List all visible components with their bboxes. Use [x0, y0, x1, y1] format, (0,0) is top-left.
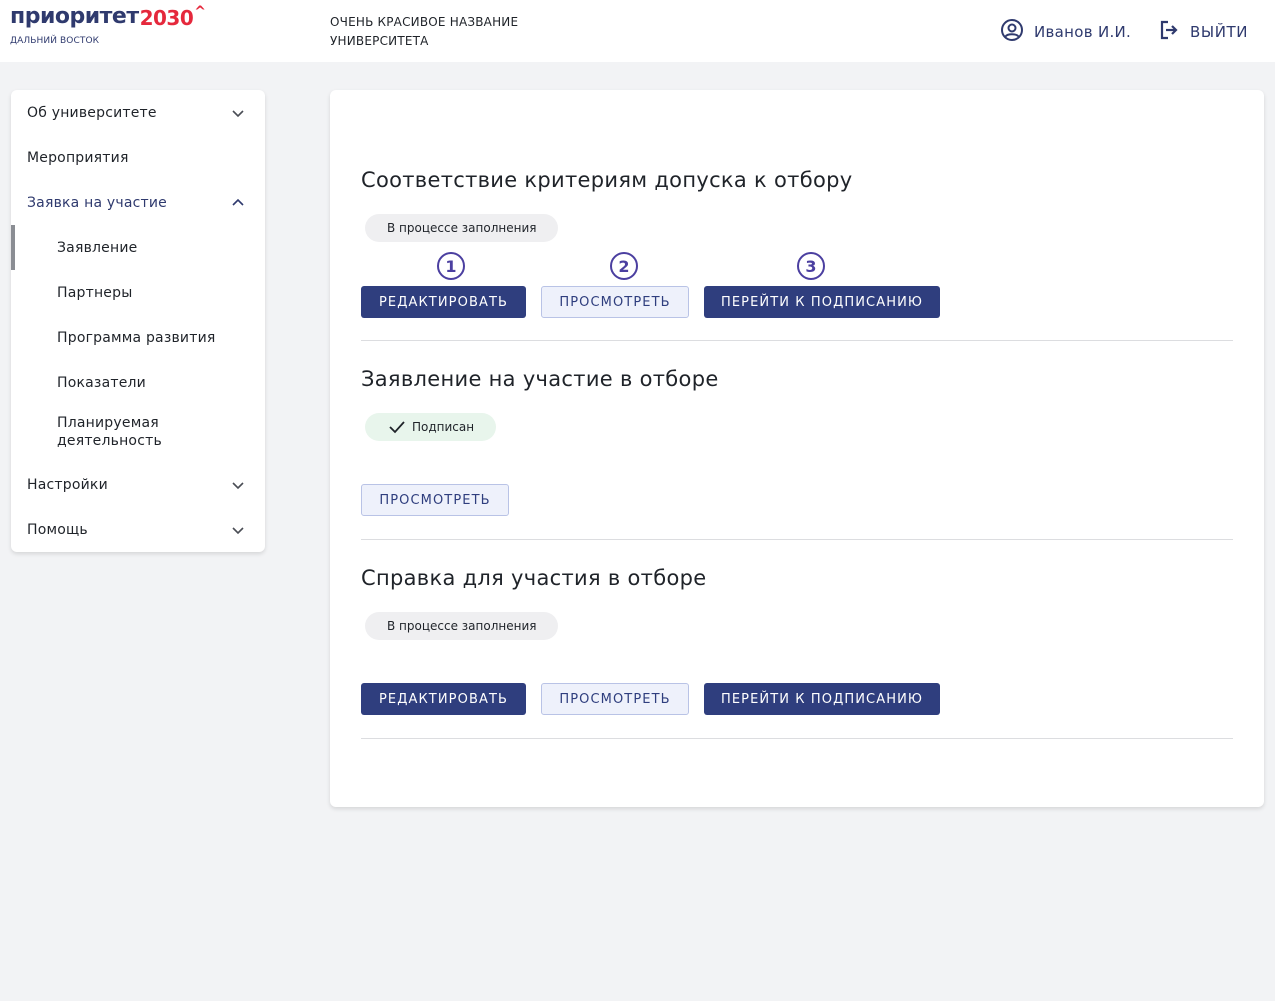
sidebar-item-label: Настройки — [27, 476, 108, 493]
logo-number: 2030 — [139, 6, 194, 30]
chevron-down-icon — [232, 109, 244, 117]
step-marker-1: 1 — [437, 252, 465, 280]
section-title: Соответствие критериям допуска к отбору — [361, 168, 853, 192]
view-button[interactable]: ПРОСМОТРЕТЬ — [541, 286, 689, 318]
view-button[interactable]: ПРОСМОТРЕТЬ — [361, 484, 509, 516]
edit-button[interactable]: РЕДАКТИРОВАТЬ — [361, 683, 526, 715]
university-name: ОЧЕНЬ КРАСИВОЕ НАЗВАНИЕ УНИВЕРСИТЕТА — [330, 15, 519, 48]
chevron-up-icon — [232, 198, 244, 206]
logout-button[interactable]: ВЫЙТИ — [1158, 19, 1248, 45]
section-divider — [361, 340, 1233, 341]
sidebar-item-label: Программа развития — [57, 329, 216, 346]
sidebar-item-statement[interactable]: Заявление — [11, 225, 265, 270]
user-name: Иванов И.И. — [1034, 23, 1132, 41]
sign-button[interactable]: ПЕРЕЙТИ К ПОДПИСАНИЮ — [704, 286, 940, 318]
logo-subtitle: ДАЛЬНИЙ ВОСТОК — [10, 36, 100, 46]
user-profile[interactable]: Иванов И.И. — [1000, 19, 1131, 45]
user-icon — [1000, 18, 1024, 46]
sidebar-item-label: Мероприятия — [27, 149, 129, 166]
view-button[interactable]: ПРОСМОТРЕТЬ — [541, 683, 689, 715]
sidebar-item-label: Партнеры — [57, 284, 133, 301]
sidebar-item-application[interactable]: Заявка на участие — [11, 180, 265, 225]
logo[interactable]: приоритет 2030 ^ ДАЛЬНИЙ ВОСТОК — [10, 4, 206, 46]
section-title: Справка для участия в отборе — [361, 566, 707, 590]
sidebar-item-planned-activity[interactable]: Планируемая деятельность — [11, 410, 265, 454]
status-badge-label: В процессе заполнения — [387, 619, 537, 633]
status-badge: В процессе заполнения — [365, 214, 559, 242]
chevron-down-icon — [232, 526, 244, 534]
sidebar-item-events[interactable]: Мероприятия — [11, 135, 265, 180]
sidebar-item-label: Помощь — [27, 521, 88, 538]
check-icon — [389, 421, 405, 434]
status-badge-signed: Подписан — [365, 413, 497, 441]
sidebar-item-settings[interactable]: Настройки — [11, 462, 265, 507]
status-badge-label: В процессе заполнения — [387, 221, 537, 235]
main-panel: Соответствие критериям допуска к отбору … — [330, 90, 1264, 807]
top-header: приоритет 2030 ^ ДАЛЬНИЙ ВОСТОК ОЧЕНЬ КР… — [0, 0, 1275, 62]
sidebar-item-label: Заявка на участие — [27, 194, 167, 211]
logout-icon — [1158, 19, 1180, 45]
section-title: Заявление на участие в отборе — [361, 367, 719, 391]
step-marker-2: 2 — [610, 252, 638, 280]
sidebar-item-partners[interactable]: Партнеры — [11, 270, 265, 315]
step-marker-3: 3 — [797, 252, 825, 280]
sidebar-item-indicators[interactable]: Показатели — [11, 360, 265, 405]
sign-button[interactable]: ПЕРЕЙТИ К ПОДПИСАНИЮ — [704, 683, 940, 715]
edit-button[interactable]: РЕДАКТИРОВАТЬ — [361, 286, 526, 318]
chevron-down-icon — [232, 481, 244, 489]
logout-label: ВЫЙТИ — [1190, 23, 1249, 41]
sidebar-item-label: Планируемая деятельность — [57, 415, 162, 449]
logo-caret: ^ — [194, 4, 206, 20]
sidebar: Об университете Мероприятия Заявка на уч… — [11, 90, 265, 552]
sidebar-item-label: Показатели — [57, 374, 146, 391]
status-badge: В процессе заполнения — [365, 612, 559, 640]
sidebar-item-help[interactable]: Помощь — [11, 507, 265, 552]
status-badge-label: Подписан — [412, 420, 475, 434]
sidebar-item-label: Заявление — [57, 239, 138, 256]
active-indicator — [11, 225, 15, 270]
section-divider — [361, 539, 1233, 540]
sidebar-item-development-program[interactable]: Программа развития — [11, 315, 265, 360]
logo-word: приоритет — [10, 4, 139, 29]
sidebar-item-label: Об университете — [27, 104, 157, 121]
section-divider — [361, 738, 1233, 739]
sidebar-item-about[interactable]: Об университете — [11, 90, 265, 135]
